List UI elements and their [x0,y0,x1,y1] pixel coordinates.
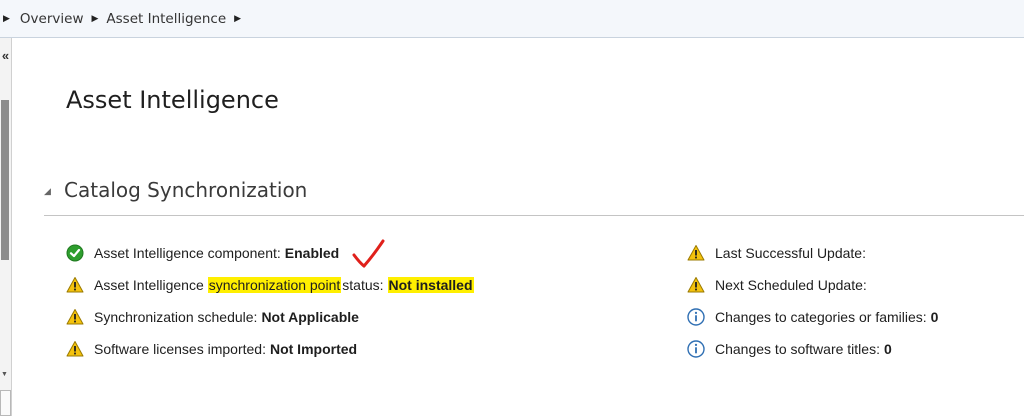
breadcrumb-overview[interactable]: Overview [20,11,84,27]
status-label: Software licenses imported: [94,341,266,357]
highlighted-term: synchronization point [207,277,342,293]
status-row-licenses: Software licenses imported: Not Imported [66,333,357,365]
section-title: Catalog Synchronization [64,178,308,202]
breadcrumb-separator-arrow-icon[interactable]: ▶ [91,14,98,24]
status-row-title-changes: Changes to software titles: 0 [687,333,892,365]
breadcrumb-root-arrow-icon[interactable]: ▶ [3,14,10,24]
status-value-highlighted: Not installed [387,277,474,293]
section-collapse-triangle-icon[interactable]: ◢ [44,186,51,197]
page-title: Asset Intelligence [66,86,279,114]
info-icon [687,340,705,358]
collapse-pane-icon[interactable]: « [0,49,11,63]
breadcrumb-asset-intelligence[interactable]: Asset Intelligence [106,11,226,27]
warning-icon [66,277,84,293]
status-row-last-update: Last Successful Update: [687,237,870,269]
red-annotation-arrow-icon [352,239,385,268]
status-label: Changes to categories or families: [715,309,927,325]
status-row-sync-point: Asset Intelligence synchronization point… [66,269,474,301]
scroll-down-arrow-icon[interactable]: ▼ [1,371,8,378]
status-value: Enabled [284,245,340,261]
status-label: Next Scheduled Update: [715,277,867,293]
section-header-catalog-sync[interactable]: ◢ Catalog Synchronization [44,170,1024,216]
warning-icon [687,277,705,293]
status-label: Last Successful Update: [715,245,866,261]
status-label: Asset Intelligence [94,277,204,293]
breadcrumb: ▶ Overview ▶ Asset Intelligence ▶ [0,0,1024,38]
status-row-schedule: Synchronization schedule: Not Applicable [66,301,359,333]
status-row-next-update: Next Scheduled Update: [687,269,871,301]
warning-icon [66,309,84,325]
breadcrumb-trailing-arrow-icon[interactable]: ▶ [234,14,241,24]
status-label: Asset Intelligence component: [94,245,281,261]
navigation-pane-collapsed: « ▼ [0,38,12,416]
status-value: 0 [883,341,892,357]
info-icon [687,308,705,326]
navigation-pane-button[interactable] [0,390,11,416]
scrollbar-thumb[interactable] [1,100,9,260]
status-label: Changes to software titles: [715,341,880,357]
status-row-category-changes: Changes to categories or families: 0 [687,301,938,333]
check-icon [66,244,84,262]
status-value: Not Applicable [261,309,359,325]
warning-icon [66,341,84,357]
status-label: Synchronization schedule: [94,309,258,325]
status-value: 0 [930,309,939,325]
status-label-suffix: status: [342,277,384,293]
status-row-component: Asset Intelligence component: Enabled [66,237,339,269]
main-content: Asset Intelligence ◢ Catalog Synchroniza… [44,66,1024,416]
status-value: Not Imported [269,341,358,357]
warning-icon [687,245,705,261]
